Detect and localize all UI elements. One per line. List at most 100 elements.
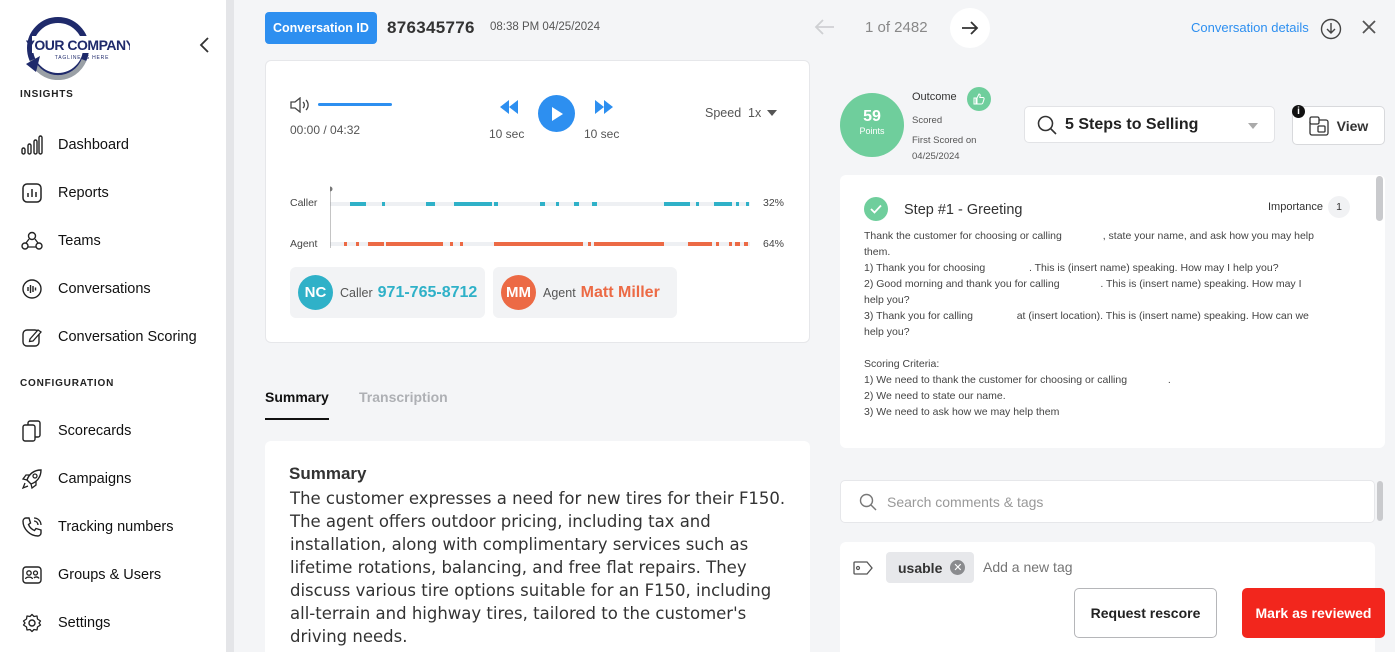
speed-select[interactable]: 1x [748,106,761,120]
step-text-line: them. [864,246,891,258]
track-label-caller: Caller [290,197,318,209]
speech-segment [356,242,359,246]
importance-label: Importance [1268,201,1324,213]
remove-tag-icon[interactable]: ✕ [950,560,966,575]
add-tag-input[interactable] [983,559,1183,575]
agent-chip: MM Agent Matt Miller [493,267,677,318]
step-text-line: Thank the customer for choosing or calli… [864,230,1314,242]
speech-segment [735,242,740,246]
nav-item-campaigns[interactable]: Campaigns [20,463,220,495]
volume-slider[interactable] [318,103,392,106]
tag-chip[interactable]: usable ✕ [886,552,975,583]
speech-segment [729,242,732,246]
speech-segment [560,242,569,246]
speech-segment [494,202,498,206]
speech-segment [696,202,699,206]
comments-search-input[interactable] [887,493,1337,510]
previous-conversation-button[interactable] [814,16,836,44]
speech-segment [736,202,739,206]
track-label-agent: Agent [290,238,318,250]
conversation-timestamp: 08:38 PM 04/25/2024 [490,21,600,33]
chevron-down-icon[interactable] [1248,123,1258,129]
nav-item-reports[interactable]: Reports [20,177,220,209]
speech-segment [368,242,384,246]
scorecard-select[interactable]: 5 Steps to Selling [1024,106,1275,143]
report-icon [20,181,44,205]
speech-segment [386,242,443,246]
search-icon [859,493,877,510]
company-logo[interactable]: YOUR COMPANY TAGLINE IS HERE [22,16,130,80]
nav-item-label: Reports [58,185,109,201]
nav-item-label: Scorecards [58,423,132,439]
playhead[interactable] [330,186,333,192]
speech-segment [454,202,492,206]
score-value: 59 [863,108,881,125]
edit-score-icon [20,325,44,349]
comments-search[interactable] [840,480,1375,523]
rocket-icon [20,467,44,491]
speech-segment [716,242,719,246]
mark-reviewed-button[interactable]: Mark as reviewed [1242,588,1385,638]
close-icon[interactable] [1360,18,1378,41]
gear-icon [20,611,44,635]
step-text-line: help you? [864,326,910,338]
nav-item-conversation-scoring[interactable]: Conversation Scoring [20,321,220,353]
nav-item-settings[interactable]: Settings [20,607,220,639]
step-text-line: help you? [864,294,910,306]
tab-transcription[interactable]: Transcription [359,389,448,405]
fast-forward-button[interactable] [594,99,614,120]
speech-segment [592,202,597,206]
nav-item-dashboard[interactable]: Dashboard [20,129,220,161]
nav-item-label: Dashboard [58,137,129,153]
conversation-id-button[interactable]: Conversation ID [265,12,377,44]
speech-segment [588,242,591,246]
conversation-details-link[interactable]: Conversation details [1191,20,1309,35]
rewind-button[interactable] [499,99,519,120]
check-icon [864,197,888,221]
speech-segment [350,202,366,206]
volume-icon[interactable] [290,96,314,118]
teams-icon [20,229,44,253]
collapse-sidebar-button[interactable] [198,36,216,56]
outcome-label: Outcome [912,91,957,103]
speaker-timeline[interactable] [330,186,754,252]
waveform-icon [20,277,44,301]
nav-item-label: Campaigns [58,471,132,487]
info-icon[interactable]: i [1292,105,1305,118]
nav-item-tracking-numbers[interactable]: Tracking numbers [20,511,220,543]
score-status: Scored [912,115,943,126]
speech-segment [688,242,712,246]
view-button[interactable]: View [1292,106,1385,145]
agent-role: Agent [543,285,576,300]
step-text-line: 1) We need to thank the customer for cho… [864,374,1171,386]
track-percent-caller: 32% [763,197,785,209]
nav-item-label: Groups & Users [58,567,162,583]
request-rescore-button[interactable]: Request rescore [1074,588,1217,638]
comments-scrollbar[interactable] [1377,481,1383,521]
score-unit: Points [859,126,885,136]
step-scrollbar[interactable] [1376,176,1383,221]
nav-item-groups-users[interactable]: Groups & Users [20,559,220,591]
agent-name: Matt Miller [580,283,660,301]
download-icon[interactable] [1320,18,1342,45]
active-tab-indicator [265,418,329,420]
play-button[interactable] [538,95,575,132]
chevron-down-icon[interactable] [767,110,777,116]
speed-label: Speed [705,106,742,120]
step-text-line: 2) We need to state our name. [864,390,1006,402]
next-conversation-button[interactable] [950,8,990,48]
step-text-line: 3) We need to ask how we may help them [864,406,1060,418]
fast-forward-icon [595,100,613,114]
speech-segment [382,202,385,206]
search-icon [1037,115,1057,135]
step-text-line: 1) Thank you for choosing . This is (ins… [864,262,1279,274]
tab-summary[interactable]: Summary [265,389,329,405]
nav-item-scorecards[interactable]: Scorecards [20,415,220,447]
speech-segment [540,202,545,206]
nav-item-conversations[interactable]: Conversations [20,273,220,305]
user-card-icon [20,563,44,587]
thumbs-up-icon[interactable] [967,87,991,111]
caller-phone: 971-765-8712 [377,283,478,301]
nav-item-teams[interactable]: Teams [20,225,220,257]
first-scored-date: 04/25/2024 [912,151,960,162]
